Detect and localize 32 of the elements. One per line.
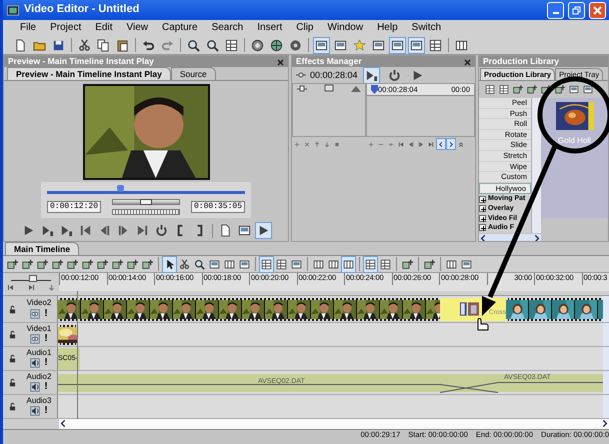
track-name: Video2: [26, 298, 52, 308]
window-title: Video Editor - Untitled: [24, 3, 140, 17]
track-name: Audio1: [26, 348, 52, 358]
panel-title: Production Library: [483, 56, 560, 67]
warning-mark: !: [44, 405, 48, 418]
panel-title: Preview - Main Timeline Instant Play: [8, 56, 154, 67]
tab[interactable]: Main Timeline: [5, 242, 80, 255]
track-name: Audio3: [26, 396, 52, 406]
menu-item[interactable]: File: [13, 22, 44, 34]
menu-item[interactable]: Help: [370, 22, 405, 34]
menu-item[interactable]: Search: [204, 22, 250, 34]
menu-item[interactable]: Switch: [404, 22, 448, 34]
menu-item[interactable]: Project: [43, 22, 88, 34]
menu-item[interactable]: Edit: [88, 22, 120, 34]
warning-mark: !: [44, 333, 48, 346]
menu-item[interactable]: Clip: [289, 22, 320, 34]
menu-item[interactable]: Capture: [154, 22, 205, 34]
time-field[interactable]: 0:00:35:05: [190, 201, 245, 213]
warning-mark: !: [44, 381, 48, 394]
time-field[interactable]: 0:00:12:20: [47, 201, 102, 213]
tab[interactable]: Preview - Main Timeline Instant Play: [7, 66, 171, 80]
warning-mark: !: [44, 308, 48, 320]
time-display: 00:00:28:04: [310, 70, 358, 80]
thumbnail-caption: Gold Holl: [558, 136, 591, 146]
menu-item[interactable]: View: [119, 22, 155, 34]
tab[interactable]: Source: [170, 66, 216, 80]
panel-title: Effects Manager: [296, 56, 362, 67]
menu-item[interactable]: Window: [320, 22, 370, 34]
track-name: Video1: [26, 324, 52, 334]
warning-mark: !: [44, 357, 48, 370]
menu-item[interactable]: Insert: [250, 22, 290, 34]
track-name: Audio2: [26, 372, 52, 382]
